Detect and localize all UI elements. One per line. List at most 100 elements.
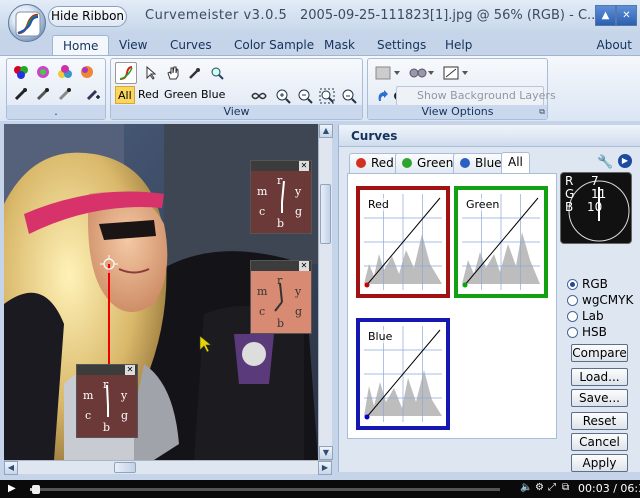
radio-lab[interactable]: Lab	[567, 308, 637, 324]
radio-hsb[interactable]: HSB	[567, 324, 637, 340]
sample-widget-1[interactable]: ✕ r y g b c m	[250, 160, 312, 234]
green-curve-editor[interactable]: Green	[454, 186, 548, 298]
close-button[interactable]: ✕	[616, 5, 637, 26]
ribbon: . All Red Green Blue View Show Backgroun…	[0, 55, 640, 121]
tab-green-channel[interactable]: Green	[395, 153, 461, 173]
tab-color-sample[interactable]: Color Sample	[234, 35, 314, 55]
eyedropper-black-icon[interactable]	[11, 84, 31, 104]
layer-display-dropdown[interactable]	[374, 63, 402, 83]
fullscreen-icon[interactable]: ⤢	[548, 482, 556, 493]
link-channels-icon[interactable]	[249, 86, 269, 106]
seek-handle[interactable]	[31, 485, 40, 494]
readout-labels: RGB	[565, 174, 575, 214]
channel-green-button[interactable]: Green	[162, 86, 199, 104]
close-sample-3-icon[interactable]: ✕	[125, 365, 135, 375]
display-mode-dropdown[interactable]	[442, 63, 470, 83]
vertical-scroll-thumb[interactable]	[320, 184, 331, 244]
sample-widget-3[interactable]: ✕ r y g b c m	[76, 364, 138, 438]
magnifier-icon[interactable]	[207, 63, 227, 83]
tab-settings[interactable]: Settings	[377, 35, 426, 55]
tab-mask[interactable]: Mask	[324, 35, 355, 55]
sample-widget-2[interactable]: ✕ r y g b c m	[250, 260, 312, 334]
channel-blue-button[interactable]: Blue	[199, 86, 227, 104]
tab-view[interactable]: View	[119, 35, 147, 55]
radio-rgb[interactable]: RGB	[567, 276, 637, 292]
blue-curve-editor[interactable]: Blue	[356, 318, 450, 430]
tab-all-channels[interactable]: All	[501, 152, 530, 174]
horizontal-scrollbar[interactable]: ◀ ▶	[4, 460, 332, 475]
scroll-down-icon[interactable]: ▼	[319, 446, 333, 460]
tab-home[interactable]: Home	[52, 35, 110, 55]
tab-red-channel[interactable]: Red	[349, 153, 401, 173]
eyedropper-icon[interactable]	[185, 63, 205, 83]
radio-hsb-label: HSB	[582, 325, 607, 339]
curves-tool-icon[interactable]	[115, 62, 137, 84]
about-link[interactable]: About	[597, 35, 632, 55]
reset-button[interactable]: Reset	[571, 412, 628, 430]
color-wheel-icon[interactable]	[33, 62, 53, 82]
zoom-in-icon[interactable]	[273, 86, 293, 106]
radio-dot	[567, 311, 578, 322]
arrow-pointer-icon[interactable]	[141, 63, 161, 83]
channel-red-button[interactable]: Red	[136, 86, 161, 104]
compare-button[interactable]: Compare	[571, 344, 628, 362]
settings-gear-icon[interactable]: ⚙	[535, 482, 544, 493]
tab-green-label: Green	[417, 156, 454, 170]
show-background-layers-button[interactable]: Show Background Layers	[396, 86, 556, 106]
clock-letter-c: c	[259, 205, 266, 218]
panel-title: Curves	[339, 125, 640, 147]
hide-ribbon-button[interactable]: Hide Ribbon	[48, 6, 127, 27]
scroll-up-icon[interactable]: ▲	[319, 124, 333, 138]
scroll-right-icon[interactable]: ▶	[318, 461, 332, 475]
image-canvas[interactable]: ✕ r y g b c m ✕ r y g b c m ✕ r y g b c …	[4, 124, 318, 460]
play-icon[interactable]: ▶	[8, 483, 16, 494]
color-balls-icon[interactable]	[11, 62, 31, 82]
ribbon-tabs: Home View Curves Color Sample Mask Setti…	[0, 33, 640, 55]
clock-letter-g: g	[295, 305, 303, 318]
scroll-left-icon[interactable]: ◀	[4, 461, 18, 475]
load-button[interactable]: Load...	[571, 368, 628, 386]
horizontal-scroll-thumb[interactable]	[114, 462, 136, 473]
next-arrow-icon[interactable]: ▶	[618, 154, 632, 168]
tab-blue-label: Blue	[475, 156, 502, 170]
app-menu-orb[interactable]	[8, 4, 46, 42]
vertical-scrollbar[interactable]: ▲ ▼	[318, 124, 333, 460]
tab-help[interactable]: Help	[445, 35, 472, 55]
red-curve-editor[interactable]: Red	[356, 186, 450, 298]
tab-all-label: All	[508, 155, 523, 169]
eyedropper-plus-icon[interactable]	[83, 84, 103, 104]
tab-curves[interactable]: Curves	[170, 35, 212, 55]
color-mix-icon[interactable]	[55, 62, 75, 82]
popout-icon[interactable]: ⧉	[562, 482, 569, 493]
eyedropper-gray-icon[interactable]	[33, 84, 53, 104]
goggles-dropdown-icon[interactable]	[408, 63, 436, 83]
blue-curve-label: Blue	[368, 330, 393, 343]
minimize-ribbon-button[interactable]: ▲	[595, 5, 616, 26]
undo-arrow-icon[interactable]	[372, 86, 392, 106]
apply-button[interactable]: Apply	[571, 454, 628, 472]
zoom-fit-icon[interactable]	[317, 86, 337, 106]
seek-bar[interactable]	[30, 485, 500, 494]
close-sample-2-icon[interactable]: ✕	[299, 261, 309, 271]
media-player-bar: ▶ 🔈 ⚙ ⤢ ⧉ 00:03 / 06:32	[0, 480, 640, 498]
close-sample-1-icon[interactable]: ✕	[299, 161, 309, 171]
clock-letter-b: b	[277, 317, 285, 330]
color-sphere-icon[interactable]	[77, 62, 97, 82]
clock-letter-b: b	[103, 421, 111, 434]
eyedropper-white-icon[interactable]	[55, 84, 75, 104]
radio-wgcmyk-label: wgCMYK	[582, 293, 634, 307]
curves-grid: Red Green Blue	[347, 173, 557, 439]
document-title: 2005-09-25-111823[1].jpg @ 56% (RGB) - C…	[300, 8, 600, 23]
zoom-actual-icon[interactable]	[339, 86, 359, 106]
hand-tool-icon[interactable]	[163, 63, 183, 83]
channel-all-button[interactable]: All	[115, 86, 135, 104]
red-ball-icon	[356, 158, 366, 168]
radio-wgcmyk[interactable]: wgCMYK	[567, 292, 637, 308]
save-button[interactable]: Save...	[571, 389, 628, 407]
dialog-launcher-icon[interactable]: ⧉	[539, 107, 545, 117]
volume-icon[interactable]: 🔈	[520, 482, 532, 493]
zoom-out-icon[interactable]	[295, 86, 315, 106]
wrench-icon[interactable]: 🔧	[597, 155, 613, 170]
clock-letter-m: m	[257, 185, 268, 198]
cancel-button[interactable]: Cancel	[571, 433, 628, 451]
